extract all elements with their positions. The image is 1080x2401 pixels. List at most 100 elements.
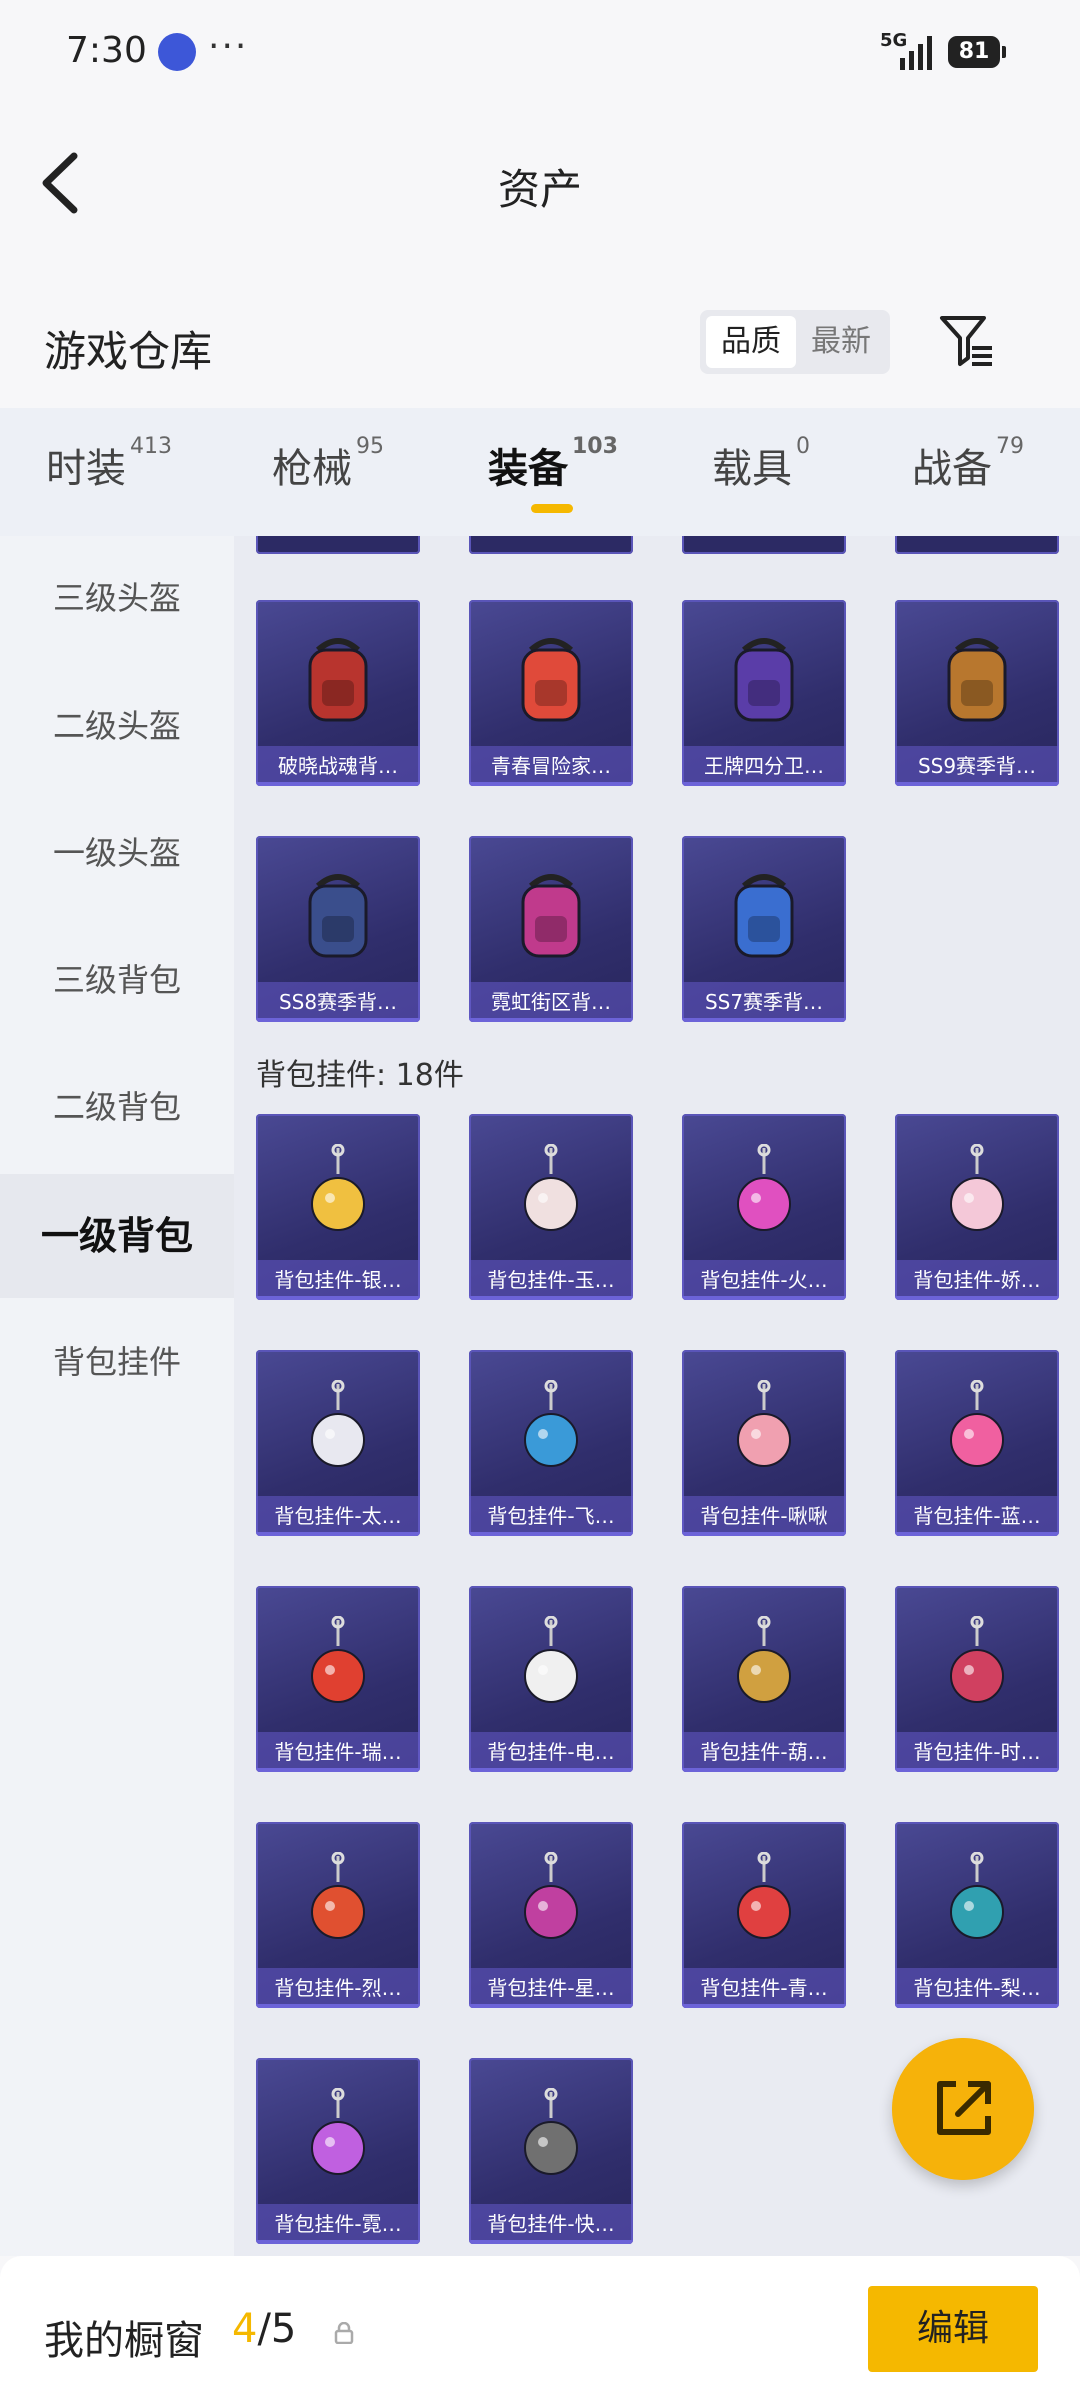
pendant-name: 背包挂件-飞… — [469, 1496, 633, 1536]
tab-count: 103 — [572, 434, 618, 459]
rarity-stripe — [469, 1768, 633, 1772]
pendant-icon — [737, 1852, 791, 1939]
pendant-name: 背包挂件-玉… — [469, 1260, 633, 1300]
showcase-total: /5 — [257, 2306, 297, 2352]
pendant-name: 背包挂件-烈… — [256, 1968, 420, 2008]
pendant-icon — [950, 1380, 1004, 1467]
pendant-card[interactable]: 背包挂件-蓝… — [895, 1350, 1059, 1536]
signal-icon — [900, 36, 932, 70]
tab-fashion[interactable]: 时装 413 — [46, 434, 172, 494]
pendant-card[interactable]: 背包挂件-霓… — [256, 2058, 420, 2244]
pendant-card[interactable]: 背包挂件-娇… — [895, 1114, 1059, 1300]
edit-button[interactable]: 编辑 — [868, 2286, 1038, 2372]
pendant-card[interactable]: 背包挂件-星… — [469, 1822, 633, 2008]
pendant-card[interactable]: 背包挂件-玉… — [469, 1114, 633, 1300]
pendant-icon — [311, 1852, 365, 1939]
backpack-card[interactable]: 王牌四分卫… — [682, 600, 846, 786]
rarity-stripe — [469, 2004, 633, 2008]
status-time: 7:30 — [66, 30, 147, 71]
sidebar-item-lvl3-backpack[interactable]: 三级背包 — [0, 918, 234, 1042]
lock-icon — [334, 2322, 354, 2344]
backpack-card[interactable]: 青春冒险家… — [469, 600, 633, 786]
tab-firearms[interactable]: 枪械 95 — [272, 434, 384, 494]
backpack-icon — [521, 638, 581, 722]
item-grid: 背包挂件: 18件 破晓战魂背… 青春冒险家… 王牌四分卫… SS9赛季背… SS8赛季… — [234, 536, 1080, 2256]
backpack-card[interactable]: SS8赛季背… — [256, 836, 420, 1022]
item-card-partial[interactable] — [895, 536, 1059, 554]
sidebar-item-lvl2-backpack[interactable]: 二级背包 — [0, 1045, 234, 1169]
pendant-card[interactable]: 背包挂件-瑞… — [256, 1586, 420, 1772]
showcase-bar: 我的橱窗 4/5 编辑 — [0, 2256, 1080, 2401]
tab-count: 79 — [996, 434, 1024, 459]
rarity-stripe — [895, 1296, 1059, 1300]
page-title: 资产 — [497, 165, 582, 214]
sidebar-item-lvl2-helmet[interactable]: 二级头盔 — [0, 664, 234, 788]
pendant-card[interactable]: 背包挂件-烈… — [256, 1822, 420, 2008]
sort-toggle: 品质 最新 — [700, 310, 890, 374]
backpack-card[interactable]: SS7赛季背… — [682, 836, 846, 1022]
pendant-card[interactable]: 背包挂件-青… — [682, 1822, 846, 2008]
pendant-card[interactable]: 背包挂件-快… — [469, 2058, 633, 2244]
backpack-icon — [308, 874, 368, 958]
pendant-name: 背包挂件-啾啾 — [682, 1496, 846, 1536]
backpack-card[interactable]: 破晓战魂背… — [256, 600, 420, 786]
rarity-stripe — [256, 2004, 420, 2008]
sidebar-item-lvl1-helmet[interactable]: 一级头盔 — [0, 791, 234, 915]
pendant-icon — [311, 1616, 365, 1703]
tab-label: 枪械 — [272, 446, 352, 492]
item-card-partial[interactable] — [469, 536, 633, 554]
rarity-stripe — [682, 1532, 846, 1536]
pendant-icon — [311, 1380, 365, 1467]
share-icon[interactable] — [892, 2038, 1034, 2180]
item-card-partial[interactable] — [682, 536, 846, 554]
pendant-card[interactable]: 背包挂件-银… — [256, 1114, 420, 1300]
tab-supplies[interactable]: 战备 79 — [912, 434, 1024, 494]
pendant-card[interactable]: 背包挂件-啾啾 — [682, 1350, 846, 1536]
pendant-icon — [524, 2088, 578, 2175]
tab-vehicles[interactable]: 载具 0 — [712, 434, 810, 494]
rarity-stripe — [469, 1532, 633, 1536]
pendant-icon — [737, 1144, 791, 1231]
sidebar-item-lvl1-backpack[interactable]: 一级背包 — [0, 1174, 234, 1298]
pendant-name: 背包挂件-霓… — [256, 2204, 420, 2244]
rarity-stripe — [895, 1532, 1059, 1536]
tab-count: 413 — [130, 434, 172, 459]
pendant-card[interactable]: 背包挂件-梨… — [895, 1822, 1059, 2008]
sort-quality-button[interactable]: 品质 — [706, 316, 796, 368]
rarity-stripe — [256, 782, 420, 786]
pendant-name: 背包挂件-娇… — [895, 1260, 1059, 1300]
backpack-card[interactable]: 霓虹街区背… — [469, 836, 633, 1022]
filter-icon[interactable] — [938, 312, 996, 370]
pendant-card[interactable]: 背包挂件-太… — [256, 1350, 420, 1536]
pendant-name: 背包挂件-星… — [469, 1968, 633, 2008]
rarity-stripe — [682, 2004, 846, 2008]
pendant-card[interactable]: 背包挂件-时… — [895, 1586, 1059, 1772]
backpack-name: SS8赛季背… — [256, 982, 420, 1022]
pendant-name: 背包挂件-电… — [469, 1732, 633, 1772]
pendant-card[interactable]: 背包挂件-电… — [469, 1586, 633, 1772]
pendant-name: 背包挂件-梨… — [895, 1968, 1059, 2008]
pendant-card[interactable]: 背包挂件-飞… — [469, 1350, 633, 1536]
backpack-icon — [308, 638, 368, 722]
rarity-stripe — [682, 1296, 846, 1300]
item-card-partial[interactable] — [256, 536, 420, 554]
pendant-icon — [311, 1144, 365, 1231]
tab-label: 时装 — [46, 446, 126, 492]
tab-equipment[interactable]: 装备 103 — [488, 434, 618, 494]
rarity-stripe — [682, 1768, 846, 1772]
pendant-icon — [311, 2088, 365, 2175]
pendant-card[interactable]: 背包挂件-火… — [682, 1114, 846, 1300]
backpack-name: SS7赛季背… — [682, 982, 846, 1022]
backpack-name: SS9赛季背… — [895, 746, 1059, 786]
backpack-card[interactable]: SS9赛季背… — [895, 600, 1059, 786]
pendant-icon — [737, 1380, 791, 1467]
battery-icon: 81 — [948, 36, 1006, 68]
pendant-card[interactable]: 背包挂件-葫… — [682, 1586, 846, 1772]
pendant-name: 背包挂件-葫… — [682, 1732, 846, 1772]
sort-newest-button[interactable]: 最新 — [796, 316, 886, 368]
rarity-stripe — [469, 1018, 633, 1022]
app-notification-icon — [158, 33, 196, 71]
pendant-icon — [524, 1616, 578, 1703]
sidebar-item-lvl3-helmet[interactable]: 三级头盔 — [0, 536, 234, 660]
sidebar-item-backpack-pendant[interactable]: 背包挂件 — [0, 1300, 234, 1424]
